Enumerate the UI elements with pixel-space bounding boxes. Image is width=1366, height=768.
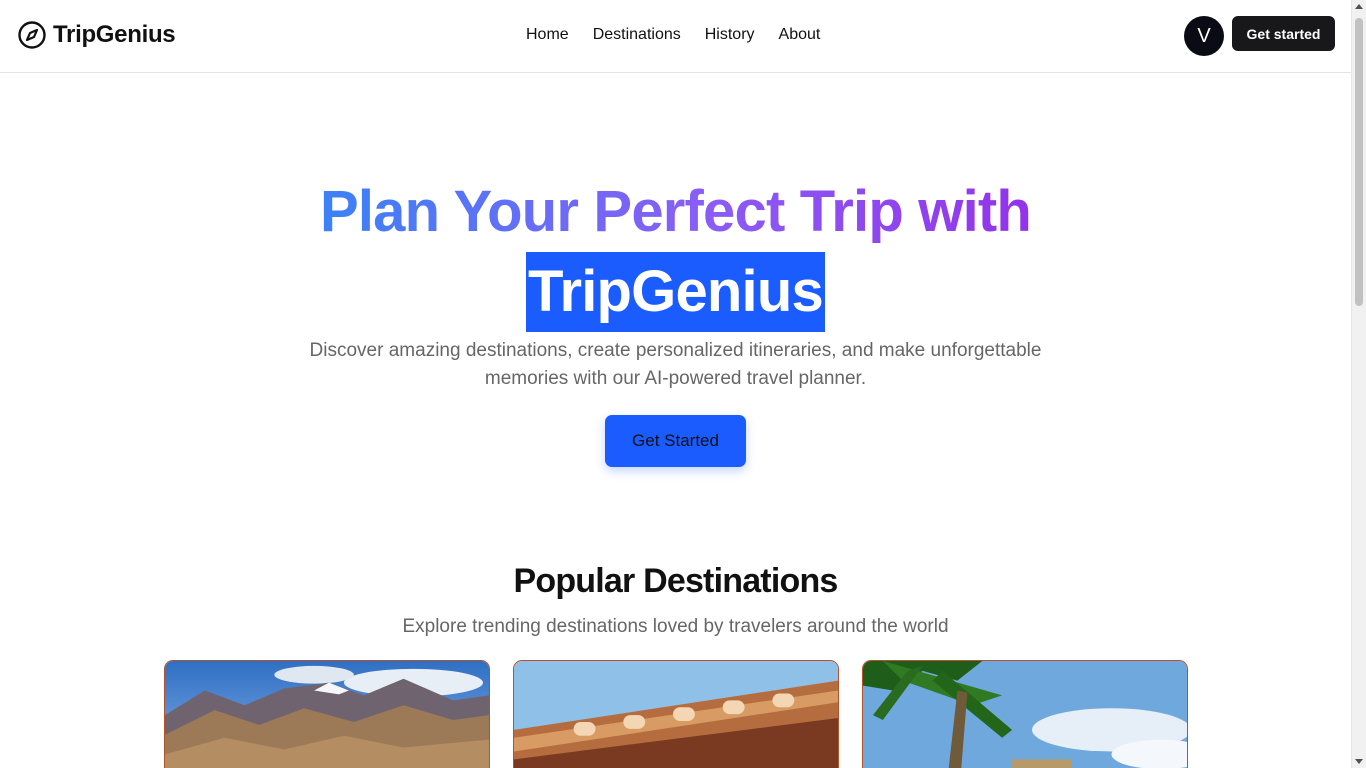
page-scrollbar[interactable] bbox=[1351, 0, 1366, 768]
nav-history[interactable]: History bbox=[705, 26, 755, 44]
mountain-landscape-image bbox=[165, 661, 489, 768]
hero-title: Plan Your Perfect Trip with TripGenius bbox=[0, 178, 1351, 332]
hero-title-line: Plan Your Perfect Trip with bbox=[319, 179, 1032, 244]
nav-home[interactable]: Home bbox=[526, 26, 569, 44]
hero-subtitle: Discover amazing destinations, create pe… bbox=[309, 340, 1042, 389]
destination-card-beach[interactable] bbox=[862, 660, 1188, 768]
popular-destinations-subtitle: Explore trending destinations loved by t… bbox=[402, 616, 949, 637]
nav-about[interactable]: About bbox=[779, 26, 821, 44]
scroll-thumb[interactable] bbox=[1355, 18, 1363, 306]
scroll-down-arrow-icon[interactable] bbox=[1355, 759, 1363, 764]
user-avatar[interactable]: V bbox=[1184, 16, 1224, 56]
destination-card-mountains[interactable] bbox=[164, 660, 490, 768]
compass-icon bbox=[18, 21, 46, 49]
main-nav: Home Destinations History About bbox=[526, 26, 820, 44]
nav-destinations[interactable]: Destinations bbox=[593, 26, 681, 44]
hero-title-highlight: TripGenius bbox=[526, 252, 825, 332]
destination-card-palace[interactable] bbox=[513, 660, 839, 768]
header-get-started-button[interactable]: Get started bbox=[1232, 16, 1335, 51]
brand-name: TripGenius bbox=[53, 21, 176, 48]
scroll-up-arrow-icon[interactable] bbox=[1355, 4, 1363, 9]
palace-image bbox=[514, 661, 838, 768]
hero-get-started-button[interactable]: Get Started bbox=[605, 415, 746, 467]
palm-beach-image bbox=[863, 661, 1187, 768]
brand-logo[interactable]: TripGenius bbox=[17, 20, 176, 50]
popular-destinations-title: Popular Destinations bbox=[513, 562, 838, 600]
top-navbar: TripGenius Home Destinations History Abo… bbox=[0, 0, 1351, 73]
